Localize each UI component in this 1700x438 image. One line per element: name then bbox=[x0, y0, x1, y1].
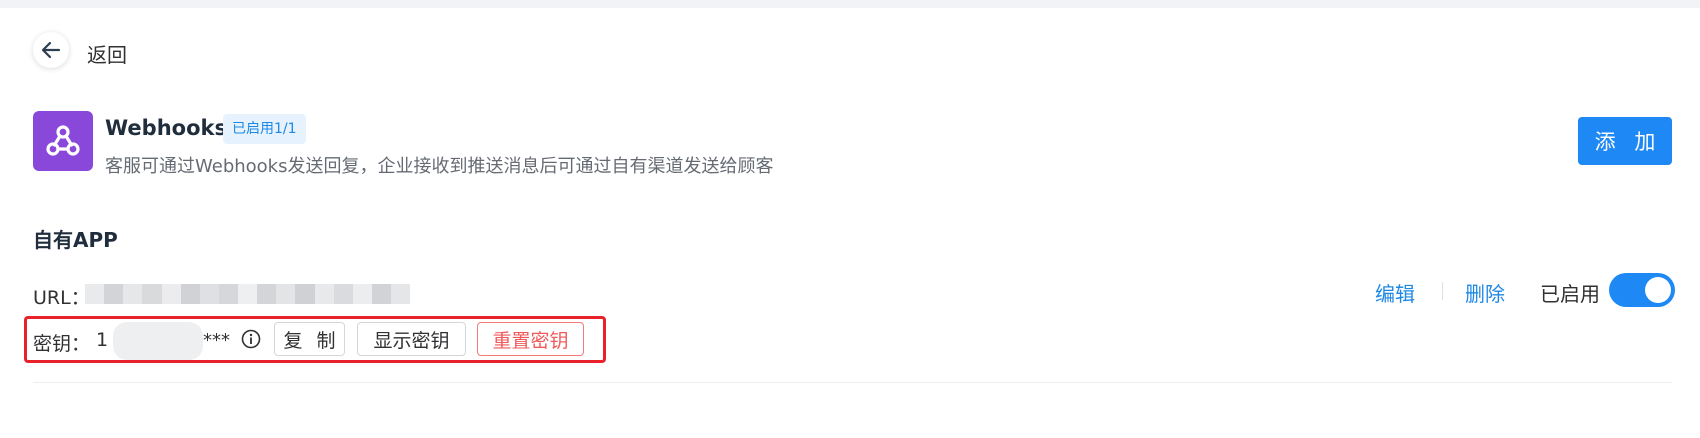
edit-link[interactable]: 编辑 bbox=[1375, 278, 1415, 307]
section-divider bbox=[33, 382, 1672, 383]
webhook-icon bbox=[46, 125, 80, 156]
toggle-knob bbox=[1645, 277, 1671, 303]
status-badge: 已启用1/1 bbox=[223, 114, 306, 144]
webhooks-logo bbox=[33, 111, 93, 171]
top-strip bbox=[0, 0, 1700, 8]
url-label: URL： bbox=[33, 287, 90, 309]
integration-description: 客服可通过Webhooks发送回复，企业接收到推送消息后可通过自有渠道发送给顾客 bbox=[105, 156, 774, 177]
enabled-status-label: 已启用 bbox=[1540, 282, 1600, 306]
integration-title: Webhooks bbox=[105, 116, 227, 140]
highlight-annotation bbox=[24, 316, 606, 363]
back-label[interactable]: 返回 bbox=[87, 39, 127, 68]
enabled-toggle[interactable] bbox=[1609, 273, 1675, 307]
add-button[interactable]: 添 加 bbox=[1578, 117, 1672, 165]
arrow-left-icon bbox=[41, 41, 61, 59]
delete-link[interactable]: 删除 bbox=[1465, 278, 1505, 307]
back-button[interactable] bbox=[33, 32, 69, 68]
url-value-masked bbox=[85, 284, 411, 304]
action-separator bbox=[1442, 282, 1443, 300]
section-title: 自有APP bbox=[33, 228, 118, 252]
